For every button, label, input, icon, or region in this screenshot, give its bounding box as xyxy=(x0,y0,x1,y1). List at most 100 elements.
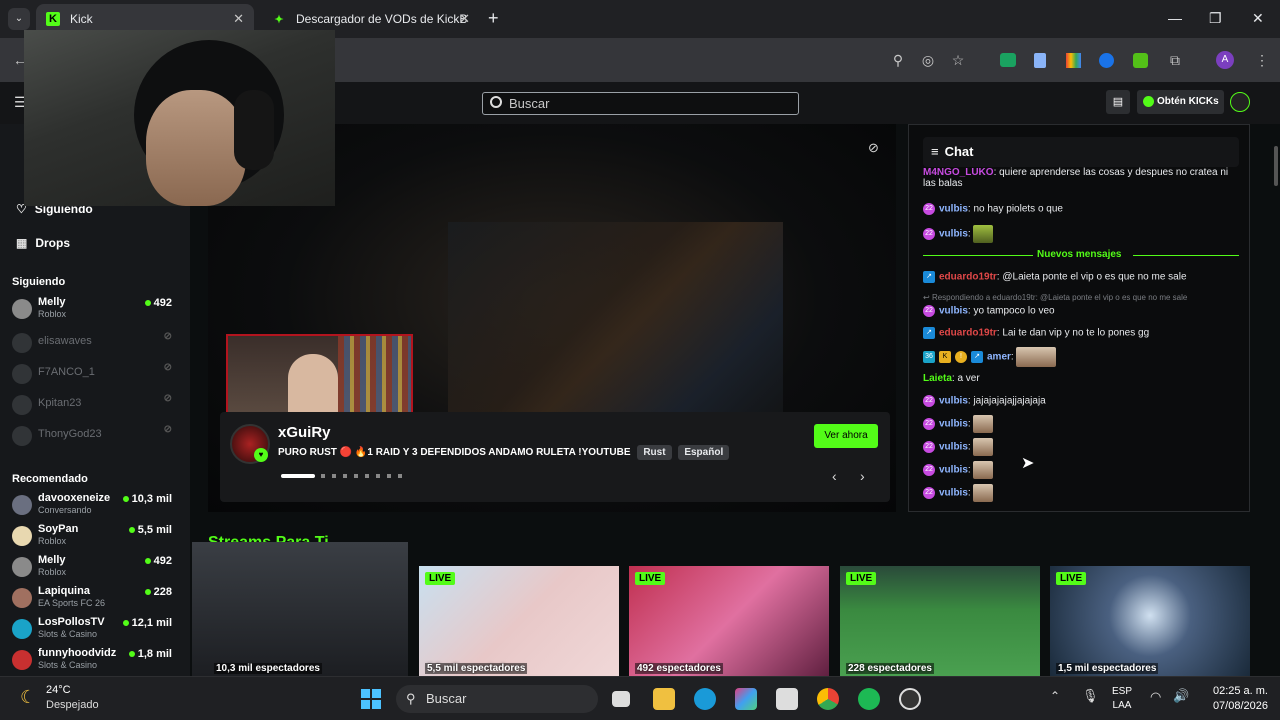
chat-username[interactable]: vulbis xyxy=(939,396,968,407)
chat-username[interactable]: vulbis xyxy=(939,488,968,499)
zoom-icon[interactable]: ⚲ xyxy=(888,50,908,70)
spotify-icon[interactable] xyxy=(858,688,880,710)
chat-username[interactable]: vulbis xyxy=(939,229,968,240)
extension-green-icon[interactable] xyxy=(998,50,1018,70)
user-avatar[interactable] xyxy=(1230,92,1250,112)
featured-streamer-name[interactable]: xGuiRy xyxy=(278,424,331,441)
edge-icon[interactable] xyxy=(694,688,716,710)
browser-menu-icon[interactable]: ⋮ xyxy=(1252,50,1272,70)
stream-card[interactable]: LIVE 5,5 mil espectadores xyxy=(419,566,619,676)
show-hidden-icons[interactable]: ⌃ xyxy=(1050,689,1060,703)
chat-username[interactable]: M4NGO_LUKO xyxy=(923,167,994,178)
volume-icon[interactable]: 🔊 xyxy=(1173,688,1189,704)
close-tab-icon[interactable]: ✕ xyxy=(233,11,244,27)
layout-toggle-button[interactable]: ▤ xyxy=(1106,90,1130,114)
channel-category: EA Sports FC 26 xyxy=(38,598,106,608)
sidebar-channel-thonygod23[interactable]: ThonyGod23 ⊘ xyxy=(12,423,172,453)
live-badge: LIVE xyxy=(846,572,877,585)
sidebar-channel-davooxeneize[interactable]: davooxeneize Conversando 10,3 mil xyxy=(12,492,172,522)
viewer-count-value: 492 xyxy=(153,555,172,567)
eye-off-icon[interactable]: ◎ xyxy=(918,50,938,70)
chrome-icon[interactable] xyxy=(817,688,839,710)
stream-card[interactable]: 10,3 mil espectadores xyxy=(192,542,408,676)
chat-username[interactable]: vulbis xyxy=(939,442,968,453)
doc-extension-icon[interactable] xyxy=(1030,50,1050,70)
viewer-count-value: 5,5 mil xyxy=(137,524,172,536)
chat-username[interactable]: vulbis xyxy=(939,204,968,215)
stream-title: PURO RUST 🔴 🔥1 RAID Y 3 DEFENDIDOS ANDAM… xyxy=(278,447,631,458)
tab-title: Descargador de VODs de KickB xyxy=(296,12,468,26)
carousel-next-button[interactable]: › xyxy=(860,468,865,484)
gift-badge-icon: ! xyxy=(955,351,967,363)
profile-avatar[interactable]: A xyxy=(1215,50,1235,70)
tag-rust[interactable]: Rust xyxy=(637,445,672,460)
sidebar-channel-kpitan23[interactable]: Kpitan23 ⊘ xyxy=(12,392,172,422)
taskbar-search[interactable]: ⚲ Buscar xyxy=(396,685,598,713)
sidebar-channel-lospollostv[interactable]: LosPollosTV Slots & Casino 12,1 mil xyxy=(12,616,172,646)
m365-icon[interactable] xyxy=(735,688,757,710)
chat-username[interactable]: vulbis xyxy=(939,465,968,476)
carousel-prev-button[interactable]: ‹ xyxy=(832,468,837,484)
live-dot-icon xyxy=(128,527,135,533)
chat-username[interactable]: vulbis xyxy=(939,306,968,317)
chat-message: Laieta: a ver xyxy=(923,373,1243,384)
carousel-dots-inactive[interactable] xyxy=(321,474,406,478)
webcam-overlay-image xyxy=(24,30,335,206)
microphone-icon[interactable]: 🎙 xyxy=(1082,688,1099,704)
live-dot-icon xyxy=(122,620,129,626)
live-badge: LIVE xyxy=(635,572,666,585)
windows-start-icon[interactable] xyxy=(360,688,382,710)
maximize-button[interactable]: ❐ xyxy=(1209,10,1222,27)
chat-username[interactable]: vulbis xyxy=(939,419,968,430)
new-tab-button[interactable]: + xyxy=(488,8,499,29)
get-kicks-button[interactable]: Obtén KICKs xyxy=(1137,90,1224,114)
blue-extension-icon[interactable] xyxy=(1096,50,1116,70)
tab-search-button[interactable]: ⌄ xyxy=(8,8,30,30)
tab-title: Kick xyxy=(70,12,93,26)
streamer-figure xyxy=(288,354,338,414)
sidebar-channel-melly[interactable]: Melly Roblox 492 xyxy=(12,296,172,326)
close-window-button[interactable]: ✕ xyxy=(1252,10,1264,27)
wifi-icon[interactable]: ◠ xyxy=(1150,689,1161,705)
sidebar-channel-f7anco[interactable]: F7ANCO_1 ⊘ xyxy=(12,361,172,391)
file-explorer-icon[interactable] xyxy=(653,688,675,710)
obs-icon[interactable] xyxy=(899,688,921,710)
tag-espanol[interactable]: Español xyxy=(678,445,730,460)
nav-drops[interactable]: ▦ Drops xyxy=(16,236,70,250)
search-input[interactable]: Buscar xyxy=(482,92,799,115)
chat-username[interactable]: eduardo19tr xyxy=(939,328,997,339)
game-scene-image xyxy=(448,222,783,412)
minimize-button[interactable]: — xyxy=(1168,10,1182,26)
task-view-icon[interactable] xyxy=(612,691,630,707)
extensions-puzzle-icon[interactable]: ⧉ xyxy=(1165,50,1185,70)
stream-card[interactable]: LIVE 1,5 mil espectadores xyxy=(1050,566,1250,676)
stream-card[interactable]: LIVE 228 espectadores xyxy=(840,566,1040,676)
chat-username[interactable]: amer xyxy=(987,352,1011,363)
live-badge: LIVE xyxy=(1056,572,1087,585)
chat-message: M4NGO_LUKO: quiere aprenderse las cosas … xyxy=(923,167,1243,189)
sidebar-channel-funnyhoodvidz[interactable]: funnyhoodvidz Slots & Casino 1,8 mil xyxy=(12,647,172,677)
carousel-dot-active[interactable] xyxy=(281,474,315,478)
channel-name: davooxeneize xyxy=(38,492,111,504)
green-extension-icon[interactable] xyxy=(1130,50,1150,70)
clock[interactable]: 02:25 a. m. 07/08/2026 xyxy=(1200,684,1268,714)
scrollbar[interactable] xyxy=(1274,146,1278,186)
language-indicator[interactable]: ESP LAA xyxy=(1112,685,1132,713)
sidebar-channel-melly-rec[interactable]: Melly Roblox 492 xyxy=(12,554,172,584)
store-icon[interactable] xyxy=(776,688,798,710)
star-icon[interactable]: ☆ xyxy=(948,50,968,70)
weather-temp[interactable]: 24°C xyxy=(46,684,71,696)
stream-card[interactable]: LIVE 492 espectadores xyxy=(629,566,829,676)
channel-name: Melly xyxy=(38,554,66,566)
chat-username[interactable]: eduardo19tr xyxy=(939,272,997,283)
sidebar-channel-elisawaves[interactable]: elisawaves ⊘ xyxy=(12,330,172,360)
color-extension-icon[interactable] xyxy=(1063,50,1083,70)
mute-icon[interactable]: ⊘ xyxy=(868,140,879,156)
watch-now-button[interactable]: Ver ahora xyxy=(814,424,878,448)
sidebar-channel-lapiquina[interactable]: Lapiquina EA Sports FC 26 228 xyxy=(12,585,172,615)
chat-username[interactable]: Laieta xyxy=(923,373,952,384)
close-tab-icon[interactable]: ✕ xyxy=(459,11,470,27)
weather-desc[interactable]: Despejado xyxy=(46,699,99,711)
sidebar-channel-soypan[interactable]: SoyPan Roblox 5,5 mil xyxy=(12,523,172,553)
channel-category: Conversando xyxy=(38,505,92,515)
